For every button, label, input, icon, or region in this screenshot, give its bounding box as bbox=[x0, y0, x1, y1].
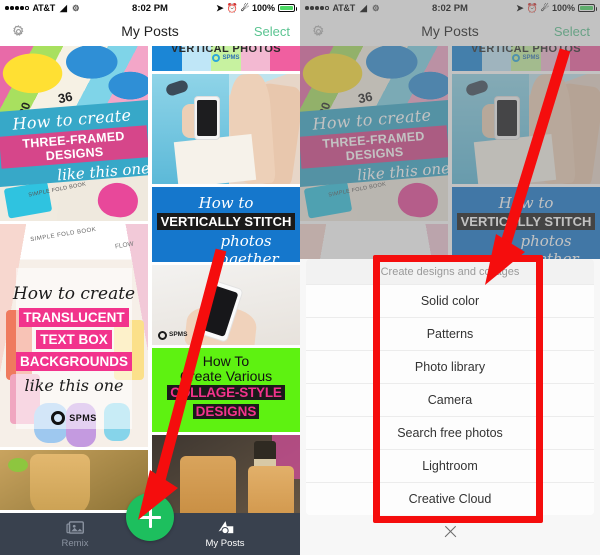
menu-item-search-free-photos[interactable]: Search free photos bbox=[306, 416, 594, 449]
post-tile-legs-photo[interactable] bbox=[152, 74, 300, 184]
tile-line-5: like this one bbox=[24, 376, 124, 395]
menu-item-patterns[interactable]: Patterns bbox=[306, 317, 594, 350]
nav-bar: My Posts Select bbox=[0, 16, 300, 46]
tile-line-2: Create Various bbox=[179, 367, 273, 384]
logo-text: SPMS bbox=[169, 331, 188, 339]
action-sheet-card: Create designs and collages Solid color … bbox=[306, 259, 594, 515]
battery-icon bbox=[278, 4, 297, 12]
close-sheet-button[interactable] bbox=[300, 515, 600, 549]
grid-column-left: 36 30 SIMPLE FOLD BOOK How to create THR… bbox=[0, 46, 148, 555]
status-time: 8:02 PM bbox=[132, 2, 168, 14]
tile-line-3: photos together bbox=[213, 232, 279, 262]
tile-photo-phone bbox=[194, 96, 220, 140]
tile-line-1: How To bbox=[202, 353, 250, 369]
tile-text-block: How To Create Various COLLAGE-STYLE DESI… bbox=[152, 348, 300, 432]
post-tile-translucent[interactable]: SIMPLE FOLD BOOK FLOW How to create TRAN… bbox=[0, 224, 148, 447]
tile-line-2: TRANSLUCENT bbox=[19, 308, 129, 327]
tab-label: My Posts bbox=[205, 538, 245, 549]
spms-logo: SPMS bbox=[0, 411, 148, 425]
post-tile-three-framed[interactable]: 36 30 SIMPLE FOLD BOOK How to create THR… bbox=[0, 46, 148, 221]
menu-item-solid-color[interactable]: Solid color bbox=[306, 284, 594, 317]
logo-ring-icon bbox=[212, 54, 221, 62]
select-button[interactable]: Select bbox=[254, 24, 290, 39]
menu-item-camera[interactable]: Camera bbox=[306, 383, 594, 416]
grid-column-right: VERTICAL PHOTOS SPMS How to VERTICALLY S… bbox=[152, 46, 300, 555]
tile-photo bbox=[30, 454, 90, 510]
logo-ring-icon bbox=[51, 411, 66, 425]
post-tile-collage-style[interactable]: How To Create Various COLLAGE-STYLE DESI… bbox=[152, 348, 300, 432]
tile-text-block: How to create TRANSLUCENT TEXT BOX BACKG… bbox=[0, 284, 148, 395]
menu-item-creative-cloud[interactable]: Creative Cloud bbox=[306, 482, 594, 515]
plus-icon bbox=[139, 506, 161, 528]
tile-text-block: How to VERTICALLY STITCH photos together bbox=[152, 187, 300, 262]
post-tile-vertically-stitch[interactable]: How to VERTICALLY STITCH photos together bbox=[152, 187, 300, 262]
post-tile-hand-phone[interactable]: SPMS bbox=[152, 265, 300, 345]
create-fab-button[interactable] bbox=[126, 493, 174, 541]
tile-photo-towel bbox=[173, 134, 257, 184]
screenshot-pair: AT&T ◢ ⚙ 8:02 PM ➤ ⏰ ☄ 100% My Posts Sel… bbox=[0, 0, 600, 555]
status-bar: AT&T ◢ ⚙ 8:02 PM ➤ ⏰ ☄ 100% bbox=[0, 0, 300, 16]
gear-icon[interactable] bbox=[10, 23, 27, 40]
phone-screen-right: AT&T ◢ ⚙ 8:02 PM ➤ ⏰ ☄ 100% My Posts Sel… bbox=[300, 0, 600, 555]
tile-number-36: 36 bbox=[56, 88, 74, 107]
posts-grid: 36 30 SIMPLE FOLD BOOK How to create THR… bbox=[0, 46, 300, 555]
tile-deco bbox=[8, 458, 28, 472]
tile-line-1: How to create bbox=[12, 284, 136, 304]
tile-line-1: How to bbox=[198, 194, 254, 212]
spms-logo: SPMS bbox=[158, 331, 187, 340]
tile-line-3: COLLAGE-STYLE bbox=[167, 385, 285, 401]
close-x-icon bbox=[443, 525, 458, 540]
tile-line-2: VERTICALLY STITCH bbox=[156, 213, 296, 230]
logo-text: SPMS bbox=[69, 413, 97, 423]
tile-line-3: TEXT BOX bbox=[36, 330, 112, 349]
tab-label: Remix bbox=[61, 538, 89, 549]
tile-line-4: BACKGROUNDS bbox=[16, 352, 132, 371]
tile-text-block: How to create THREE-FRAMED DESIGNS like … bbox=[0, 104, 148, 188]
tile-line-4: DESIGNS bbox=[192, 404, 260, 420]
menu-item-lightroom[interactable]: Lightroom bbox=[306, 449, 594, 482]
spms-logo: SPMS bbox=[152, 54, 300, 62]
post-tile-vertical-photos[interactable]: VERTICAL PHOTOS SPMS bbox=[152, 46, 300, 71]
logo-text: SPMS bbox=[222, 55, 240, 61]
phone-screen-left: AT&T ◢ ⚙ 8:02 PM ➤ ⏰ ☄ 100% My Posts Sel… bbox=[0, 0, 300, 555]
action-sheet-menu: Create designs and collages Solid color … bbox=[300, 259, 600, 555]
menu-item-photo-library[interactable]: Photo library bbox=[306, 350, 594, 383]
action-sheet-title: Create designs and collages bbox=[306, 259, 594, 284]
logo-ring-icon bbox=[158, 331, 167, 340]
post-tile-drinks-left[interactable] bbox=[0, 450, 148, 510]
